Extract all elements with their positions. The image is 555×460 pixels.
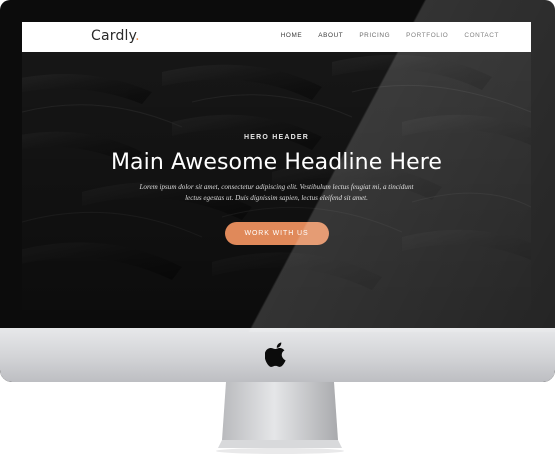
nav-link-home[interactable]: HOME [281,32,303,39]
hero-section: HERO HEADER Main Awesome Headline Here L… [22,134,531,245]
nav-link-portfolio[interactable]: PORTFOLIO [406,32,448,39]
hero-subtext: Lorem ipsum dolor sit amet, consectetur … [139,183,414,202]
nav-link-about[interactable]: ABOUT [318,32,343,39]
site-navbar: Cardly. HOME ABOUT PRICING PORTFOLIO CON… [22,22,531,52]
nav-link-pricing[interactable]: PRICING [359,32,390,39]
brand-name: Cardly [91,28,136,44]
nav-menu: HOME ABOUT PRICING PORTFOLIO CONTACT [281,32,499,39]
hero-eyebrow: HERO HEADER [244,134,309,141]
website-screen: Cardly. HOME ABOUT PRICING PORTFOLIO CON… [22,22,531,310]
monitor-stand [216,382,344,454]
nav-link-contact[interactable]: CONTACT [464,32,499,39]
apple-logo-icon [265,342,286,367]
brand-dot: . [135,28,140,44]
imac-monitor: Cardly. HOME ABOUT PRICING PORTFOLIO CON… [0,0,555,382]
brand-logo[interactable]: Cardly. [91,28,140,44]
work-with-us-button[interactable]: WORK WITH US [224,222,329,245]
hero-headline: Main Awesome Headline Here [110,150,443,175]
